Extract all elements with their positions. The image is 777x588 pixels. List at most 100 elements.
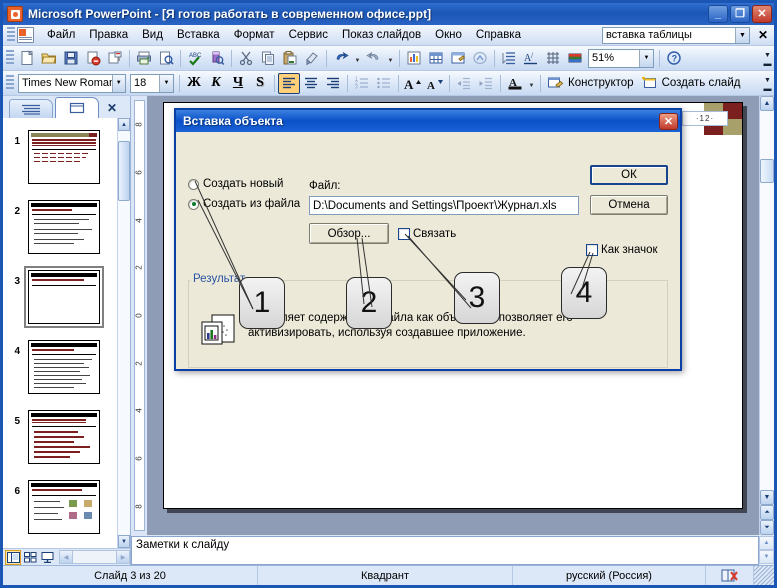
standard-toolbar-grip[interactable]: [6, 50, 14, 66]
callout-1[interactable]: 1: [239, 277, 285, 329]
next-slide-button[interactable]: ⏷: [760, 520, 774, 535]
maximize-button[interactable]: ❐: [730, 5, 750, 23]
scroll-thumb[interactable]: [760, 159, 774, 183]
link-checkbox-row[interactable]: Связать: [398, 228, 456, 240]
design-button-label[interactable]: Конструктор: [566, 77, 638, 89]
chevron-down-icon[interactable]: ▼: [639, 49, 653, 67]
print-preview-icon[interactable]: [155, 48, 177, 69]
normal-view-button[interactable]: [5, 549, 21, 565]
font-name-combo[interactable]: Times New Roman ▼: [18, 73, 126, 93]
text-shadow-button[interactable]: S: [249, 73, 271, 94]
increase-font-icon[interactable]: A: [402, 73, 424, 94]
slide-sorter-view-button[interactable]: [22, 550, 38, 565]
new-document-icon[interactable]: [16, 48, 38, 69]
thumbnail-frame[interactable]: [24, 336, 104, 398]
slide-show-view-button[interactable]: [39, 550, 55, 565]
outline-tab[interactable]: [9, 99, 53, 118]
vertical-ruler[interactable]: 8 6 4 2 0 2 4 6 8: [131, 96, 147, 535]
insert-chart-icon[interactable]: [403, 48, 425, 69]
undo-dropdown-icon[interactable]: ▼: [352, 48, 363, 69]
scroll-thumb[interactable]: [118, 141, 130, 201]
chevron-down-icon[interactable]: ▼: [159, 74, 173, 92]
scroll-up-icon[interactable]: ▲: [759, 536, 774, 550]
menu-file[interactable]: Файл: [40, 27, 82, 43]
insert-table-icon[interactable]: [425, 48, 447, 69]
list-item[interactable]: 7: [3, 543, 117, 548]
callout-4[interactable]: 4: [561, 267, 607, 319]
document-menu-icon[interactable]: [17, 27, 34, 43]
slide-thumbnail-list[interactable]: 1 2 3 4 5 6 ▲ ▼: [3, 118, 130, 548]
radio-create-new[interactable]: Создать новый: [188, 178, 283, 190]
browse-button[interactable]: Обзор...: [309, 223, 389, 244]
radio-button-selected[interactable]: [188, 198, 199, 210]
as-icon-checkbox[interactable]: [586, 244, 598, 256]
scroll-track[interactable]: [118, 131, 130, 535]
callout-2[interactable]: 2: [346, 277, 392, 329]
insert-object-icon[interactable]: [447, 48, 469, 69]
spellcheck-status-icon[interactable]: [706, 566, 754, 585]
callout-3[interactable]: 3: [454, 272, 500, 324]
menu-format[interactable]: Формат: [227, 27, 282, 43]
cancel-button[interactable]: Отмена: [590, 195, 668, 215]
underline-button[interactable]: Ч: [227, 73, 249, 94]
notes-placeholder[interactable]: Заметки к слайду: [131, 536, 759, 565]
thumbnail-frame[interactable]: [24, 476, 104, 538]
list-item[interactable]: 2: [3, 193, 117, 263]
align-center-icon[interactable]: [300, 73, 322, 94]
expand-all-icon[interactable]: [498, 48, 520, 69]
new-slide-button-label[interactable]: Создать слайд: [660, 77, 745, 89]
help-icon[interactable]: ?: [663, 48, 685, 69]
print-icon[interactable]: [133, 48, 155, 69]
color-scheme-icon[interactable]: [564, 48, 586, 69]
list-item[interactable]: 4: [3, 333, 117, 403]
menu-insert[interactable]: Вставка: [170, 27, 227, 43]
thumbnail-frame[interactable]: [24, 196, 104, 258]
list-item[interactable]: 5: [3, 403, 117, 473]
file-path-input[interactable]: D:\Documents and Settings\Проект\Журнал.…: [309, 196, 579, 215]
slide-vertical-scrollbar[interactable]: ▲ ▼ ⏶ ⏷: [759, 96, 774, 535]
thumbnail-frame[interactable]: [24, 406, 104, 468]
align-left-icon[interactable]: [278, 72, 300, 94]
email-icon[interactable]: [104, 48, 126, 69]
redo-dropdown-icon[interactable]: ▼: [385, 48, 396, 69]
new-slide-icon[interactable]: [638, 73, 660, 94]
radio-button[interactable]: [188, 178, 199, 190]
ok-button[interactable]: ОК: [590, 165, 668, 185]
font-size-combo[interactable]: 18 ▼: [130, 73, 174, 93]
menu-edit[interactable]: Правка: [82, 27, 135, 43]
slides-pane-scrollbar[interactable]: ▲ ▼: [117, 118, 130, 548]
ask-close-icon[interactable]: ✕: [752, 28, 774, 42]
menu-view[interactable]: Вид: [135, 27, 170, 43]
design-icon[interactable]: [544, 73, 566, 94]
spelling-check-icon[interactable]: ABC: [184, 48, 206, 69]
scroll-track[interactable]: [73, 550, 116, 564]
bulleted-list-icon[interactable]: [373, 73, 395, 94]
list-item[interactable]: 6: [3, 473, 117, 543]
scroll-up-icon[interactable]: ▲: [760, 96, 774, 111]
thumbnail-frame[interactable]: [24, 546, 104, 548]
scroll-up-icon[interactable]: ▲: [118, 118, 130, 131]
close-button[interactable]: ✕: [752, 5, 772, 23]
permission-icon[interactable]: [82, 48, 104, 69]
slides-pane-hscrollbar[interactable]: ◀ ▶: [59, 550, 130, 564]
formatting-toolbar-grip[interactable]: [6, 75, 14, 91]
menu-window[interactable]: Окно: [428, 27, 469, 43]
paste-icon[interactable]: [279, 48, 301, 69]
dialog-close-button[interactable]: ✕: [659, 112, 678, 130]
as-icon-checkbox-row[interactable]: Как значок: [586, 244, 658, 256]
scroll-down-icon[interactable]: ▼: [760, 490, 774, 505]
slides-tab[interactable]: [55, 97, 99, 118]
close-pane-icon[interactable]: ✕: [107, 101, 117, 118]
chevron-down-icon[interactable]: ▼: [734, 27, 749, 43]
scroll-right-icon[interactable]: ▶: [116, 550, 130, 564]
demote-icon[interactable]: [475, 73, 497, 94]
show-formatting-icon[interactable]: A /: [520, 48, 542, 69]
list-item[interactable]: 1: [3, 123, 117, 193]
scroll-down-icon[interactable]: ▼: [118, 535, 130, 548]
insert-hyperlink-icon[interactable]: [469, 48, 491, 69]
resize-grip[interactable]: [754, 566, 774, 585]
chevron-down-icon[interactable]: ▼: [111, 74, 125, 92]
save-icon[interactable]: [60, 48, 82, 69]
status-language[interactable]: русский (Россия): [513, 566, 706, 585]
previous-slide-button[interactable]: ⏶: [760, 505, 774, 520]
